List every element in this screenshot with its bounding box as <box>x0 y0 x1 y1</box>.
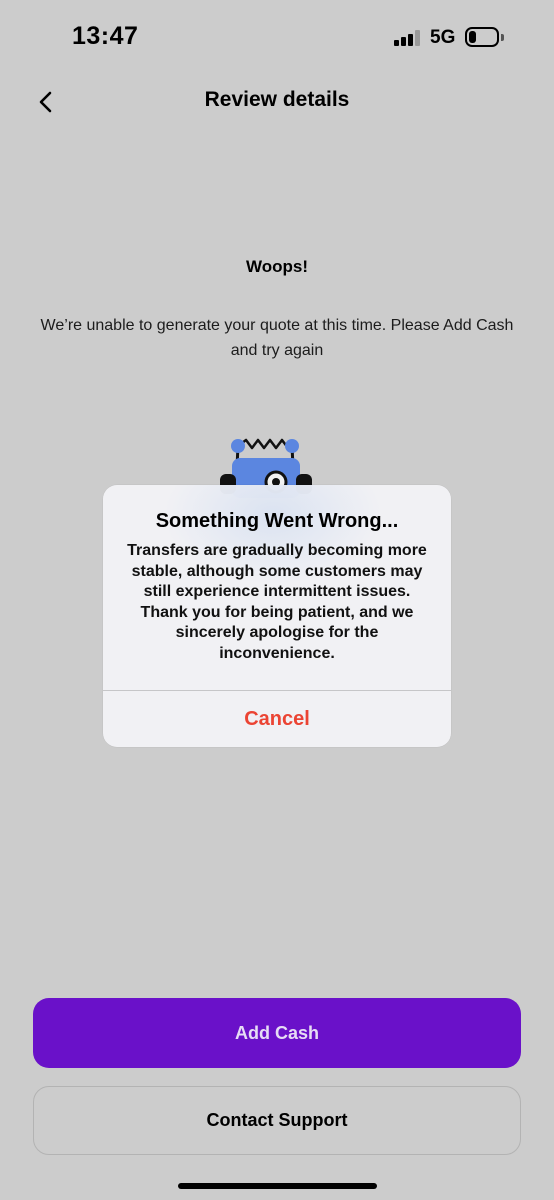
error-heading: Woops! <box>245 257 308 276</box>
network-type: 5G <box>430 27 456 48</box>
status-bar: 13:47 5G <box>0 0 554 76</box>
home-indicator[interactable] <box>178 1183 377 1189</box>
battery-level <box>469 31 476 43</box>
error-message: We’re unable to generate your quote at t… <box>40 317 514 359</box>
cellular-signal-icon <box>394 30 420 46</box>
cancel-button[interactable]: Cancel <box>103 691 451 747</box>
alert-message: Transfers are gradually becoming more st… <box>127 542 427 662</box>
page-title: Review details <box>204 88 350 111</box>
alert-title: Something Went Wrong... <box>155 510 399 532</box>
add-cash-button[interactable]: Add Cash <box>33 998 521 1068</box>
battery-icon <box>465 27 499 47</box>
battery-cap <box>501 34 504 41</box>
error-alert-dialog: Something Went Wrong... Transfers are gr… <box>103 485 451 747</box>
status-time: 13:47 <box>72 22 139 50</box>
contact-support-button[interactable]: Contact Support <box>33 1086 521 1155</box>
